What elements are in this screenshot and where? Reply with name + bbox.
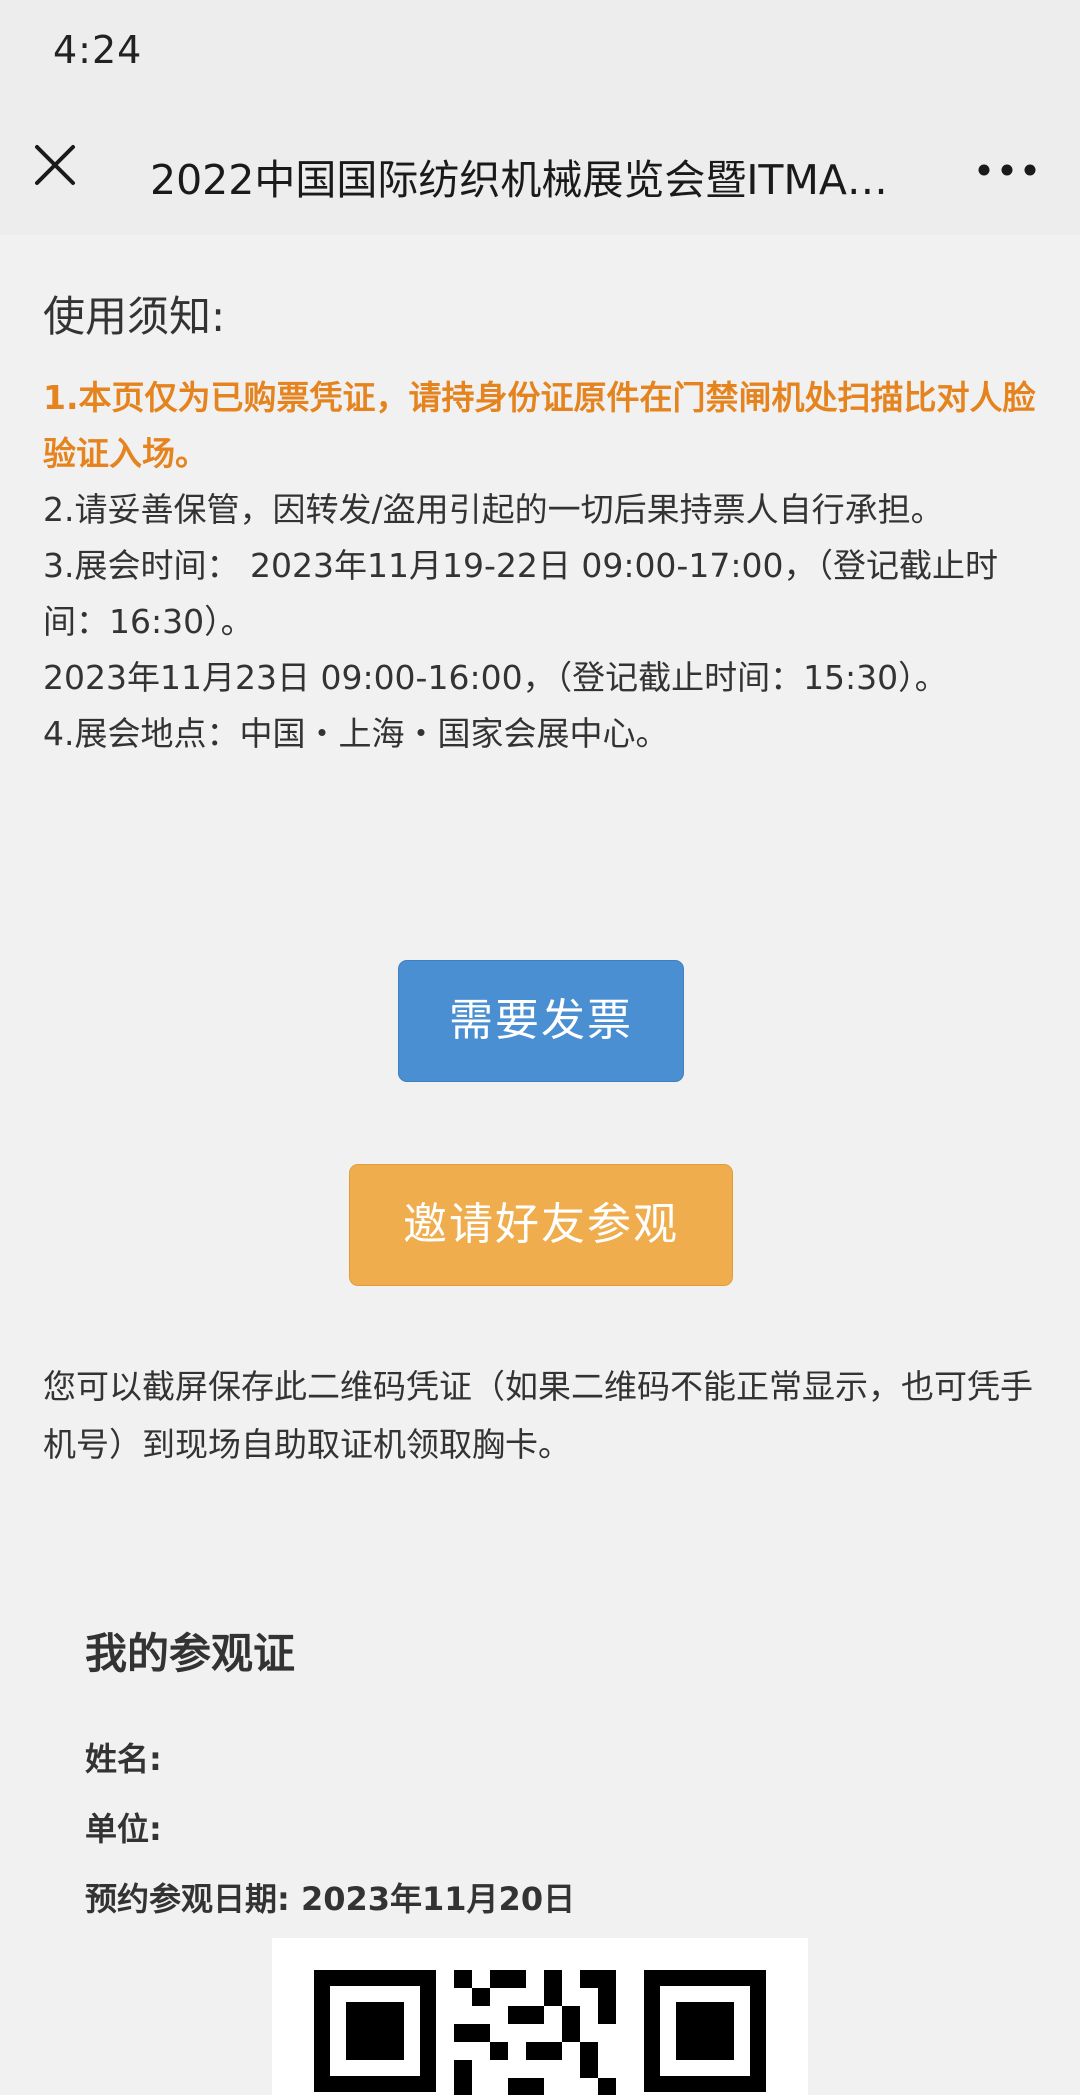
pass-title: 我的参观证 <box>85 1629 296 1678</box>
pass-date-label: 预约参观日期: <box>85 1880 290 1918</box>
more-icon <box>978 164 1036 176</box>
pass-date-value: 2023年11月20日 <box>300 1880 576 1918</box>
status-bar: 4:24 <box>0 0 1080 110</box>
notice-line-keep-safe: 2.请妥善保管，因转发/盗用引起的一切后果持票人自行承担。 <box>43 490 944 529</box>
more-button[interactable] <box>972 145 1042 195</box>
page-title: 2022中国国际纺织机械展览会暨ITMA ASIA + CITME <box>150 156 890 204</box>
pass-name-label: 姓名: <box>85 1740 162 1778</box>
notice-section: 使用须知: 1.本页仅为已购票凭证，请持身份证原件在门禁闸机处扫描比对人脸验证入… <box>0 235 1080 1320</box>
need-invoice-button[interactable]: 需要发票 <box>398 960 684 1082</box>
screenshot-hint: 您可以截屏保存此二维码凭证（如果二维码不能正常显示，也可凭手机号）到现场自助取证… <box>43 1367 1033 1464</box>
pass-org-label: 单位: <box>85 1810 162 1848</box>
notice-line-last-day-time: 2023年11月23日 09:00-16:00，（登记截止时间：15:30）。 <box>43 658 948 697</box>
notice-line-venue: 4.展会地点：中国・上海・国家会展中心。 <box>43 714 669 753</box>
nav-bar: 2022中国国际纺织机械展览会暨ITMA ASIA + CITME <box>0 110 1080 235</box>
qr-code-icon <box>272 1938 808 2095</box>
notice-line-exhibition-time: 3.展会时间： 2023年11月19-22日 09:00-17:00，（登记截止… <box>43 546 998 641</box>
scallop-divider <box>0 1314 1080 1328</box>
notice-heading: 使用须知: <box>43 292 226 341</box>
notice-line-ticket-proof: 1.本页仅为已购票凭证，请持身份证原件在门禁闸机处扫描比对人脸验证入场。 <box>43 378 1036 473</box>
qr-code <box>272 1938 808 2095</box>
pass-section: 您可以截屏保存此二维码凭证（如果二维码不能正常显示，也可凭手机号）到现场自助取证… <box>0 1328 1080 2095</box>
close-button[interactable] <box>25 135 85 195</box>
invite-friends-button[interactable]: 邀请好友参观 <box>349 1164 733 1286</box>
pass-date-row: 预约参观日期: 2023年11月20日 <box>85 1874 575 1920</box>
close-icon <box>35 145 75 185</box>
status-time: 4:24 <box>53 28 143 72</box>
notice-body: 1.本页仅为已购票凭证，请持身份证原件在门禁闸机处扫描比对人脸验证入场。 2.请… <box>43 370 1043 762</box>
